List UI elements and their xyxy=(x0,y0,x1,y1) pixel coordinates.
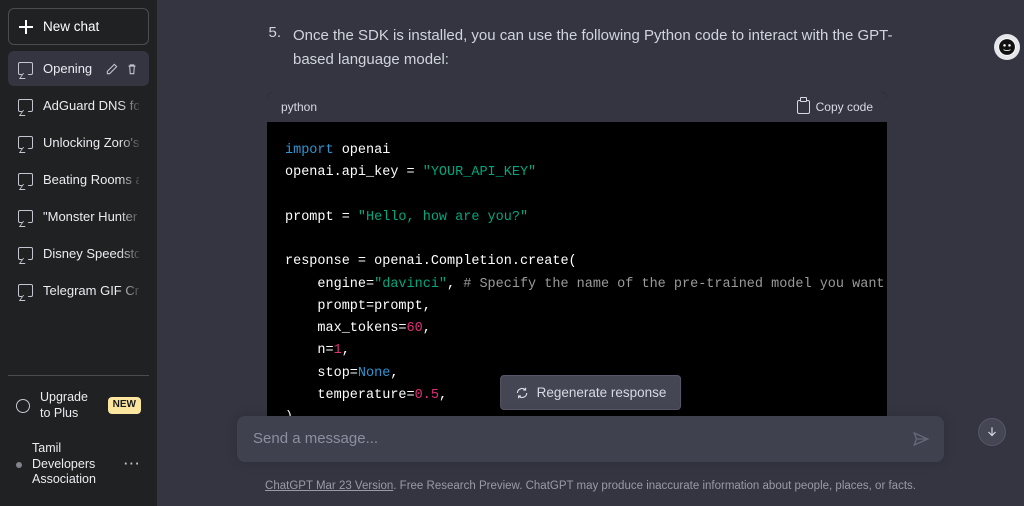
regenerate-label: Regenerate response xyxy=(537,385,667,400)
chat-item-label: AdGuard DNS for xyxy=(43,98,139,113)
chat-item[interactable]: AdGuard DNS for xyxy=(8,88,149,123)
new-badge: NEW xyxy=(108,397,141,414)
step-row: 5. Once the SDK is installed, you can us… xyxy=(267,0,994,72)
chat-item-label: Telegram GIF Cr xyxy=(43,283,139,298)
sidebar-bottom: Upgrade to Plus NEW Tamil Developers Ass… xyxy=(8,375,149,498)
more-icon[interactable]: ··· xyxy=(124,457,141,473)
person-icon xyxy=(16,399,30,413)
code-header: python Copy code xyxy=(267,92,887,122)
message-input[interactable] xyxy=(253,430,898,447)
copy-code-button[interactable]: Copy code xyxy=(797,100,873,114)
chat-item-label: Unlocking Zoro's xyxy=(43,135,139,150)
chat-item[interactable]: Disney Speedsto xyxy=(8,236,149,271)
regenerate-button[interactable]: Regenerate response xyxy=(500,375,682,410)
chat-item-label: Beating Rooms a xyxy=(43,172,139,187)
edit-icon[interactable] xyxy=(105,62,119,76)
chat-item[interactable]: Unlocking Zoro's xyxy=(8,125,149,160)
chat-icon xyxy=(18,136,33,149)
chat-list: Opening AdGuard DNS for Unlocking Zoro's… xyxy=(8,51,149,308)
sidebar: New chat Opening AdGuard DNS for Unlocki… xyxy=(0,0,157,506)
chat-icon xyxy=(18,62,33,75)
account-avatar-icon xyxy=(16,462,22,468)
chat-item-label: Disney Speedsto xyxy=(43,246,139,261)
main-pane: 5. Once the SDK is installed, you can us… xyxy=(157,0,1024,506)
chat-item-opening[interactable]: Opening xyxy=(8,51,149,86)
new-chat-button[interactable]: New chat xyxy=(8,8,149,45)
corner-avatar[interactable] xyxy=(994,34,1020,60)
chat-item-label: "Monster Hunter xyxy=(43,209,137,224)
refresh-icon xyxy=(515,386,529,400)
plus-icon xyxy=(19,20,33,34)
code-language-label: python xyxy=(281,100,317,114)
copy-code-label: Copy code xyxy=(816,100,873,114)
footer: ChatGPT Mar 23 Version. Free Research Pr… xyxy=(157,480,1024,492)
chat-item[interactable]: Telegram GIF Cr xyxy=(8,273,149,308)
chat-icon xyxy=(18,173,33,186)
step-text: Once the SDK is installed, you can use t… xyxy=(293,24,913,72)
disclaimer-text: . Free Research Preview. ChatGPT may pro… xyxy=(393,480,916,492)
send-icon[interactable] xyxy=(912,430,930,448)
account-label: Tamil Developers Association xyxy=(32,441,114,488)
chat-icon xyxy=(18,284,33,297)
chat-item[interactable]: "Monster Hunter xyxy=(8,199,149,234)
account-button[interactable]: Tamil Developers Association ··· xyxy=(8,431,149,498)
chat-icon xyxy=(18,247,33,260)
message-input-bar xyxy=(237,416,944,462)
scroll-down-button[interactable] xyxy=(978,418,1006,446)
chat-icon xyxy=(18,99,33,112)
chat-icon xyxy=(18,210,33,223)
new-chat-label: New chat xyxy=(43,19,99,34)
version-link[interactable]: ChatGPT Mar 23 Version xyxy=(265,480,393,492)
upgrade-label: Upgrade to Plus xyxy=(40,390,98,421)
step-number: 5. xyxy=(267,24,281,72)
upgrade-button[interactable]: Upgrade to Plus NEW xyxy=(8,380,149,431)
chat-item-label: Opening xyxy=(43,61,92,76)
chat-item[interactable]: Beating Rooms a xyxy=(8,162,149,197)
clipboard-icon xyxy=(797,100,810,114)
trash-icon[interactable] xyxy=(125,62,139,76)
